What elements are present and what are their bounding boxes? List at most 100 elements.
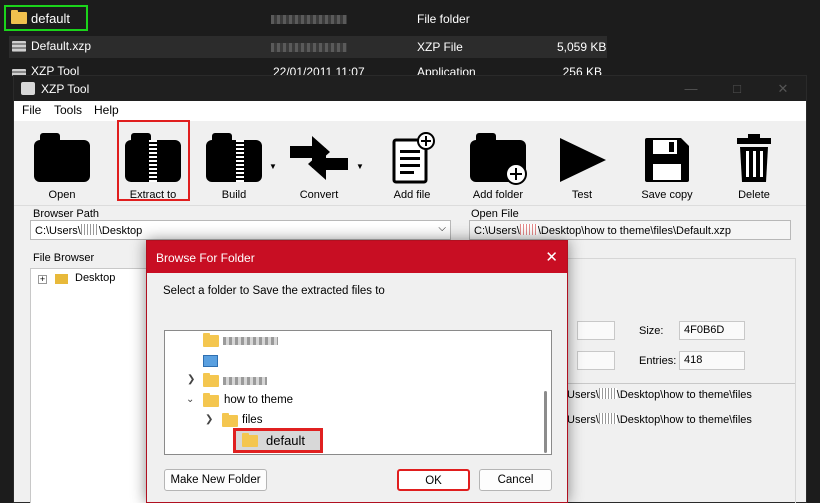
redacted-date xyxy=(271,15,347,24)
path-row-suffix: \Desktop\how to theme\files xyxy=(616,414,752,426)
trash-icon xyxy=(735,134,773,187)
app-icon xyxy=(21,82,35,95)
minimize-icon[interactable]: — xyxy=(668,76,714,101)
vertical-scrollbar[interactable] xyxy=(544,391,547,453)
chevron-down-icon[interactable]: ⌄ xyxy=(186,394,194,405)
path-row: Users\ \Desktop\how to theme\files xyxy=(567,388,752,401)
toolbar: Open Extract to ▼ Build ▼ Convert Add fi… xyxy=(14,120,806,206)
expand-icon[interactable]: + xyxy=(38,275,47,284)
menu-file[interactable]: File xyxy=(22,103,41,117)
explorer-row-default-folder[interactable]: default File folder xyxy=(9,8,609,30)
folder-icon xyxy=(55,274,68,284)
redacted-folder-name xyxy=(223,337,278,345)
delete-label: Delete xyxy=(738,189,770,201)
path-row-suffix: \Desktop\how to theme\files xyxy=(616,389,752,401)
path-row: Users\ \Desktop\how to theme\files xyxy=(567,413,752,426)
maximize-icon[interactable]: □ xyxy=(714,76,760,101)
menu-help[interactable]: Help xyxy=(94,103,119,117)
open-file-path: C:\Users\ \Desktop\how to theme\files\Def… xyxy=(469,220,791,240)
convert-label: Convert xyxy=(299,189,339,201)
redacted-username xyxy=(80,224,99,235)
dialog-message: Select a folder to Save the extracted fi… xyxy=(163,285,385,297)
tree-item-files[interactable]: ❯ files xyxy=(165,411,535,431)
build-button[interactable]: ▼ Build xyxy=(195,128,277,204)
add-folder-icon xyxy=(470,133,527,185)
delete-button[interactable]: Delete xyxy=(715,128,793,204)
highlight-box xyxy=(117,120,190,201)
divider xyxy=(567,383,795,384)
add-folder-label: Add folder xyxy=(472,189,524,201)
add-file-button[interactable]: Add file xyxy=(373,128,451,204)
build-label: Build xyxy=(221,189,247,201)
open-button[interactable]: Open xyxy=(23,128,101,204)
add-file-label: Add file xyxy=(393,189,431,201)
convert-arrows-icon xyxy=(288,132,350,185)
convert-button[interactable]: ▼ Convert xyxy=(280,128,364,204)
tree-item-label: files xyxy=(242,414,263,426)
dialog-title: Browse For Folder xyxy=(156,251,255,265)
floppy-disk-icon xyxy=(643,136,691,187)
file-browser-label: File Browser xyxy=(33,252,95,264)
save-copy-button[interactable]: Save copy xyxy=(628,128,706,204)
play-icon xyxy=(556,136,608,187)
path-row-prefix: Users\ xyxy=(567,389,599,401)
redacted-username xyxy=(519,224,538,235)
tree-item-label: how to theme xyxy=(224,394,294,406)
chevron-down-icon[interactable]: ⌵ xyxy=(438,223,446,234)
browser-path-label: Browser Path xyxy=(33,208,100,220)
explorer-item-size: 5,059 KB xyxy=(557,40,607,54)
explorer-row-default-xzp[interactable]: Default.xzp XZP File 5,059 KB xyxy=(9,36,607,58)
highlight-box xyxy=(4,5,88,31)
test-label: Test xyxy=(571,189,593,201)
redacted-username xyxy=(598,388,617,399)
close-icon[interactable]: ✕ xyxy=(545,248,558,266)
ok-button[interactable]: OK xyxy=(397,469,470,491)
size-label: Size: xyxy=(639,325,664,337)
tree-item-how-to-theme[interactable]: ⌄ how to theme xyxy=(165,391,535,411)
tree-item-label: default xyxy=(266,433,306,448)
folder-icon xyxy=(34,133,90,182)
test-button[interactable]: Test xyxy=(543,128,621,204)
chevron-right-icon[interactable]: ❯ xyxy=(187,374,195,385)
menu-bar: File Tools Help xyxy=(14,101,806,121)
zip-folder-icon xyxy=(206,133,262,182)
folder-icon xyxy=(203,333,219,347)
explorer-item-type: File folder xyxy=(417,12,470,26)
path-row-prefix: Users\ xyxy=(567,414,599,426)
tree-item-desktop[interactable]: Desktop xyxy=(75,272,115,284)
folder-icon xyxy=(222,413,238,427)
menu-tools[interactable]: Tools xyxy=(54,103,82,117)
add-file-icon xyxy=(388,132,436,187)
window-title: XZP Tool xyxy=(41,82,90,96)
entries-label: Entries: xyxy=(639,355,677,367)
chevron-down-icon: ▼ xyxy=(269,162,277,171)
tree-item[interactable] xyxy=(165,331,535,351)
drive-icon xyxy=(203,355,218,367)
open-file-prefix: C:\Users\ xyxy=(474,225,520,237)
redacted-folder-name xyxy=(223,377,267,385)
folder-tree[interactable]: ❯ ⌄ how to theme ❯ files default xyxy=(164,330,552,455)
redacted-username xyxy=(598,413,617,424)
title-bar: XZP Tool — □ ✕ xyxy=(14,76,806,101)
save-copy-label: Save copy xyxy=(641,189,693,201)
info-field xyxy=(577,351,615,370)
make-new-folder-button[interactable]: Make New Folder xyxy=(164,469,267,491)
folder-icon xyxy=(242,433,258,447)
info-field xyxy=(577,321,615,340)
redacted-date xyxy=(271,43,347,52)
cancel-button[interactable]: Cancel xyxy=(479,469,552,491)
explorer-item-type: XZP File xyxy=(417,40,463,54)
close-icon[interactable]: ✕ xyxy=(760,76,806,101)
folder-icon xyxy=(203,393,219,407)
tree-item[interactable]: ❯ xyxy=(165,371,535,391)
browser-path-combo[interactable]: C:\Users\ \Desktop ⌵ xyxy=(30,220,451,240)
tree-item-default-selected[interactable]: default xyxy=(233,428,323,453)
folder-icon xyxy=(203,373,219,387)
browser-path-suffix: \Desktop xyxy=(98,225,143,237)
dialog-title-bar: Browse For Folder ✕ xyxy=(147,241,567,273)
chevron-right-icon[interactable]: ❯ xyxy=(205,414,213,425)
explorer-item-name: Default.xzp xyxy=(31,39,92,53)
add-folder-button[interactable]: Add folder xyxy=(459,128,537,204)
tree-item[interactable] xyxy=(165,351,535,371)
open-file-label: Open File xyxy=(471,208,519,220)
